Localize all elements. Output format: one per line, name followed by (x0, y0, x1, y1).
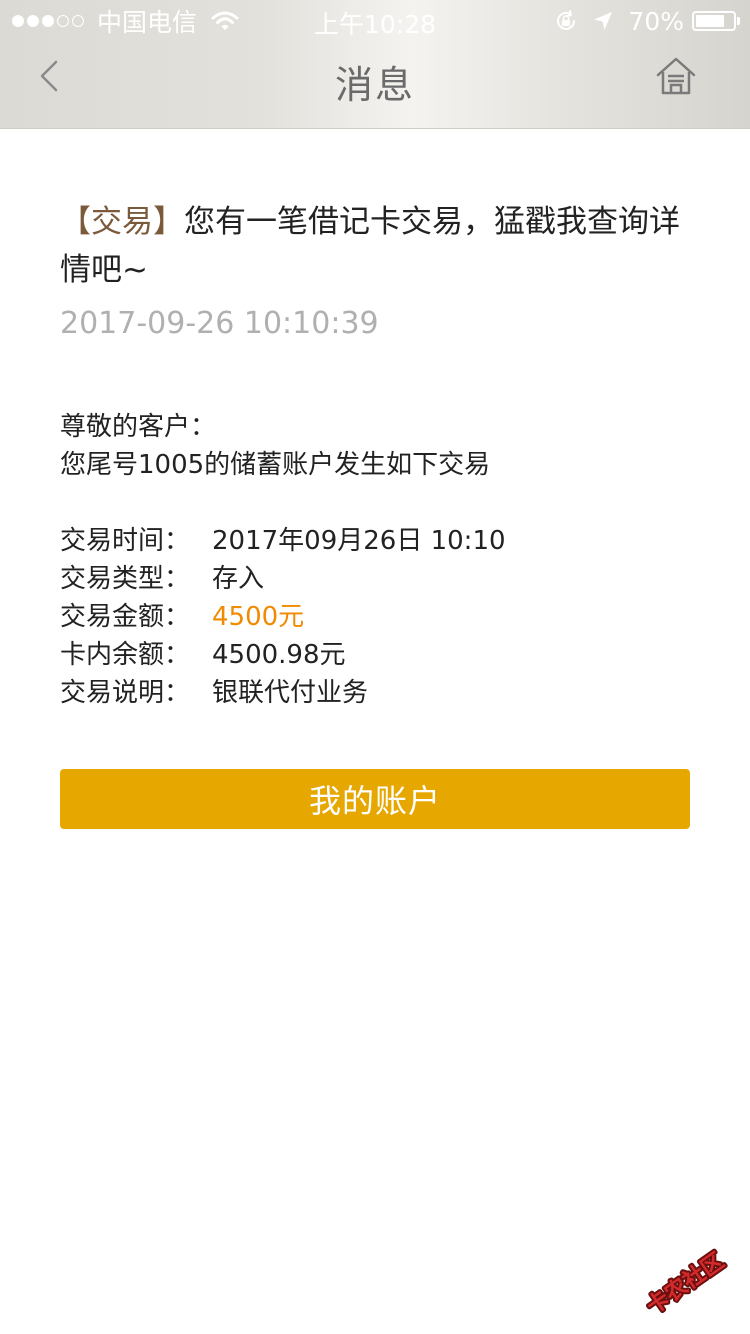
detail-row-time: 交易时间： 2017年09月26日 10:10 (60, 522, 690, 560)
battery-level (696, 15, 724, 27)
header: 中国电信 上午10:28 70% 消息 (0, 0, 750, 129)
detail-label: 交易金额： (60, 602, 191, 632)
detail-value: 存入 (212, 564, 265, 594)
detail-label: 卡内余额： (60, 640, 191, 670)
page-title: 消息 (334, 63, 415, 107)
detail-label: 交易时间： (60, 526, 191, 556)
status-bar: 中国电信 上午10:28 70% (0, 0, 750, 40)
intro-text: 您尾号1005的储蓄账户发生如下交易 (60, 450, 491, 480)
battery-icon (692, 11, 740, 31)
orientation-lock-icon (557, 10, 576, 30)
status-right: 70% (554, 6, 740, 36)
message-title: 【交易】您有一笔借记卡交易，猛戳我查询详情吧~ (60, 198, 690, 294)
detail-row-description: 交易说明： 银联代付业务 (60, 674, 690, 712)
detail-label: 交易说明： (60, 678, 191, 708)
greeting: 尊敬的客户： (60, 412, 217, 442)
watermark-logo: 卡农社区 卡农社区 (640, 1246, 731, 1318)
detail-label: 交易类型： (60, 564, 191, 594)
home-button[interactable] (654, 54, 698, 98)
my-account-button[interactable]: 我的账户 (60, 769, 690, 829)
home-icon (656, 57, 696, 95)
message-body: 尊敬的客户： 您尾号1005的储蓄账户发生如下交易 交易时间： 2017年09月… (60, 408, 690, 712)
nav-bar: 消息 (0, 40, 750, 128)
battery-percent: 70% (628, 6, 684, 36)
detail-row-amount: 交易金额： 4500元 (60, 598, 690, 636)
message-timestamp: 2017-09-26 10:10:39 (60, 306, 379, 341)
battery-cap (737, 17, 740, 25)
detail-value: 银联代付业务 (212, 678, 369, 708)
detail-value: 4500.98元 (212, 640, 346, 670)
detail-row-type: 交易类型： 存入 (60, 560, 690, 598)
location-arrow-icon (594, 12, 613, 30)
detail-value: 2017年09月26日 10:10 (212, 526, 506, 556)
message-content: 【交易】您有一笔借记卡交易，猛戳我查询详情吧~ 2017-09-26 10:10… (60, 198, 690, 712)
watermark-text: 卡农社区 (642, 1248, 729, 1318)
transaction-amount: 4500元 (212, 602, 305, 632)
message-tag: 【交易】 (60, 204, 184, 240)
detail-row-balance: 卡内余额： 4500.98元 (60, 636, 690, 674)
